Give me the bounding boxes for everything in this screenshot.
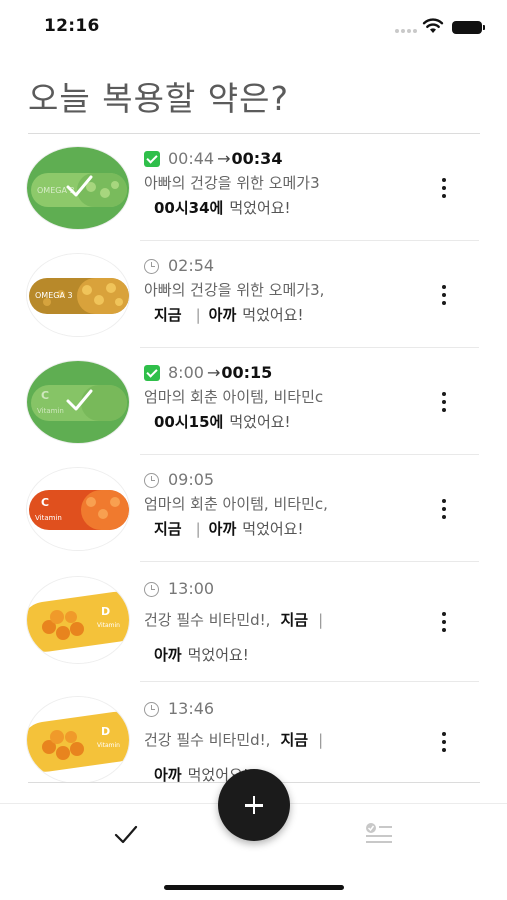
taken-time: 00:15: [221, 363, 273, 382]
separator: |: [195, 520, 201, 538]
arrow: →: [217, 149, 231, 168]
separator: |: [195, 306, 201, 324]
medication-name: 아빠의 건강을 위한 오메가3,: [144, 281, 325, 299]
battery-icon: [452, 21, 485, 34]
vitamin-c-letter: C: [41, 389, 49, 402]
medication-name: 아빠의 건강을 위한 오메가3: [144, 174, 320, 192]
wifi-icon: [422, 18, 444, 33]
status-time: 12:16: [44, 16, 100, 36]
separator: |: [318, 731, 324, 749]
now-button[interactable]: 지금: [154, 306, 182, 324]
omega3-thumbnail: OMEGA 3: [26, 253, 130, 337]
clock-icon: [144, 581, 159, 597]
clock-icon: [144, 701, 159, 717]
taken-suffix: 먹었어요!: [229, 199, 291, 217]
vitamin-word: Vitamin: [35, 514, 62, 522]
taken-time: 00:34: [231, 149, 283, 168]
taken-at-label: 00시34에: [154, 199, 224, 217]
now-button[interactable]: 지금: [280, 731, 308, 749]
now-button[interactable]: 지금: [154, 520, 182, 538]
medication-list[interactable]: OMEGA 3 00:44 → 00:34 아빠의 건강을 위한 오메가3 00…: [0, 134, 507, 782]
checklist-icon[interactable]: [364, 821, 394, 847]
medication-row[interactable]: OMEGA 3 02:54 아빠의 건강을 위한 오메가3, 지금 | 아까 먹었어요…: [0, 241, 507, 348]
more-vertical-icon[interactable]: [432, 608, 456, 636]
add-medication-button[interactable]: [218, 769, 290, 841]
vitamin-d-letter: D: [101, 605, 110, 618]
medication-row[interactable]: C Vitamin 8:00 → 00:15 엄마의 회춘 아이템, 비타민c …: [0, 348, 507, 455]
check-icon[interactable]: [112, 820, 140, 848]
vitamin-word: Vitamin: [37, 407, 64, 415]
more-vertical-icon[interactable]: [432, 388, 456, 416]
page-title: 오늘 복용할 약은?: [28, 79, 290, 118]
omega-label: OMEGA 3: [35, 291, 73, 300]
taken-suffix: 먹었어요!: [229, 413, 291, 431]
scheduled-time: 00:44: [168, 149, 215, 168]
now-button[interactable]: 지금: [280, 611, 308, 629]
taken-suffix: 먹었어요!: [242, 306, 304, 324]
arrow: →: [206, 363, 221, 382]
cellular-signal-icon: [395, 29, 417, 35]
taken-suffix: 먹었어요!: [187, 646, 249, 664]
more-vertical-icon[interactable]: [432, 281, 456, 309]
vitamin-d-letter: D: [101, 725, 110, 738]
vitamin-d-thumbnail: D Vitamin: [26, 696, 130, 782]
clock-icon: [144, 472, 159, 488]
scheduled-time: 13:46: [168, 699, 215, 718]
vitamin-c-letter: C: [41, 496, 49, 509]
more-vertical-icon[interactable]: [432, 495, 456, 523]
scheduled-time: 02:54: [168, 256, 215, 275]
vitamin-word: Vitamin: [97, 742, 120, 749]
scheduled-time: 13:00: [168, 579, 215, 598]
medication-name: 엄마의 회춘 아이템, 비타민c,: [144, 495, 328, 513]
scheduled-time: 09:05: [168, 470, 215, 489]
earlier-button[interactable]: 아까: [209, 306, 237, 324]
taken-at-label: 00시15에: [154, 413, 224, 431]
medication-row[interactable]: D Vitamin 13:46 건강 필수 비타민d!, 지금 | 아까 먹었어요!: [0, 682, 507, 782]
medication-name: 건강 필수 비타민d!,: [144, 731, 271, 749]
earlier-button[interactable]: 아까: [154, 646, 182, 664]
taken-check-icon: [66, 175, 93, 197]
medication-name: 건강 필수 비타민d!,: [144, 611, 271, 629]
medication-row[interactable]: C Vitamin 09:05 엄마의 회춘 아이템, 비타민c, 지금 | 아까 먹…: [0, 455, 507, 562]
taken-check-icon: [66, 389, 93, 411]
more-vertical-icon[interactable]: [432, 174, 456, 202]
taken-suffix: 먹었어요!: [242, 520, 304, 538]
separator: |: [318, 611, 324, 629]
check-square-icon: [144, 151, 160, 167]
clock-icon: [144, 258, 159, 274]
check-square-icon: [144, 365, 160, 381]
home-indicator: [164, 885, 344, 890]
scheduled-time: 8:00: [168, 363, 204, 382]
earlier-button[interactable]: 아까: [154, 766, 182, 782]
vitamin-c-thumbnail: C Vitamin: [26, 360, 130, 444]
status-bar: 12:16: [0, 0, 507, 52]
medication-row[interactable]: D Vitamin 13:00 건강 필수 비타민d!, 지금 | 아까 먹었어요!: [0, 562, 507, 682]
vitamin-d-thumbnail: D Vitamin: [26, 576, 130, 664]
earlier-button[interactable]: 아까: [209, 520, 237, 538]
medication-name: 엄마의 회춘 아이템, 비타민c: [144, 388, 324, 406]
vitamin-c-thumbnail: C Vitamin: [26, 467, 130, 551]
vitamin-word: Vitamin: [97, 622, 120, 629]
omega3-thumbnail: OMEGA 3: [26, 146, 130, 230]
more-vertical-icon[interactable]: [432, 728, 456, 756]
medication-row[interactable]: OMEGA 3 00:44 → 00:34 아빠의 건강을 위한 오메가3 00…: [0, 134, 507, 241]
